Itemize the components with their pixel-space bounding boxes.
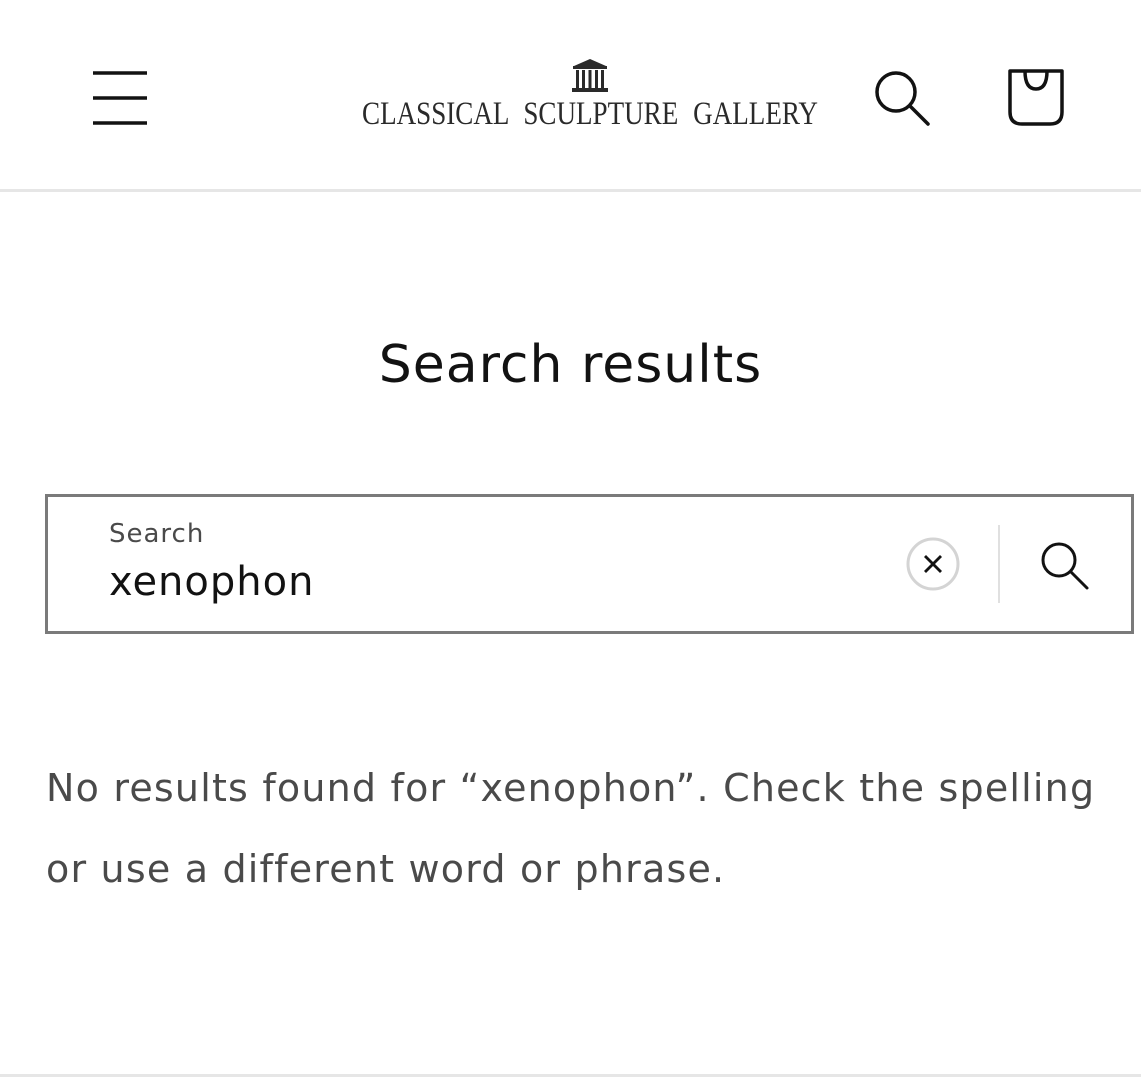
temple-icon: [572, 59, 608, 92]
hamburger-menu-icon: [93, 71, 147, 125]
search-label: Search: [109, 519, 205, 549]
no-results-message: No results found for “xenophon”. Check t…: [46, 766, 1096, 891]
search-input[interactable]: [109, 559, 869, 605]
search-submit-button[interactable]: [1028, 533, 1100, 597]
close-icon: [906, 537, 960, 591]
site-header: CLASSICAL SCULPTURE GALLERY: [0, 0, 1141, 192]
cart-button[interactable]: [994, 56, 1078, 140]
logo-text: CLASSICAL SCULPTURE GALLERY: [362, 96, 818, 132]
shopping-bag-icon: [1008, 69, 1064, 126]
search-form: Search: [45, 494, 1134, 634]
search-icon: [875, 71, 930, 126]
menu-button[interactable]: [78, 56, 162, 140]
search-icon: [1041, 542, 1089, 590]
page-title: Search results: [378, 335, 763, 395]
site-logo[interactable]: CLASSICAL SCULPTURE GALLERY: [350, 58, 830, 142]
footer-divider: [0, 1074, 1141, 1077]
header-search-button[interactable]: [860, 56, 944, 140]
clear-search-button[interactable]: [906, 537, 960, 591]
search-divider: [998, 525, 1000, 603]
